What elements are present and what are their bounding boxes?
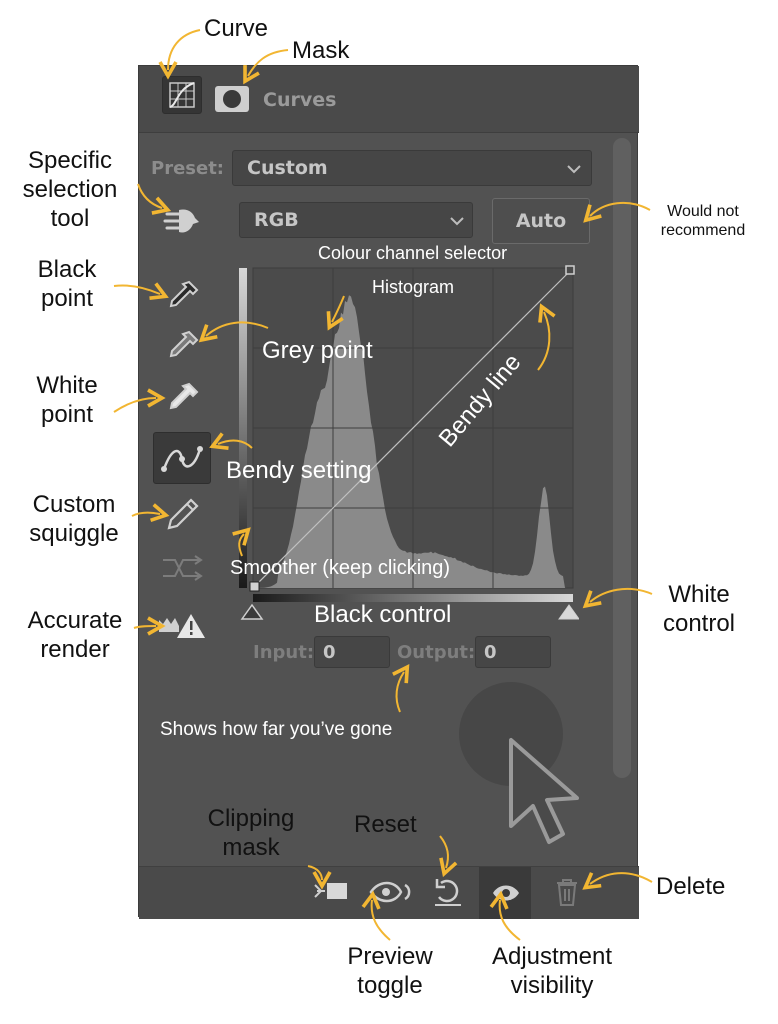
annotation-arrows: [113, 29, 653, 941]
